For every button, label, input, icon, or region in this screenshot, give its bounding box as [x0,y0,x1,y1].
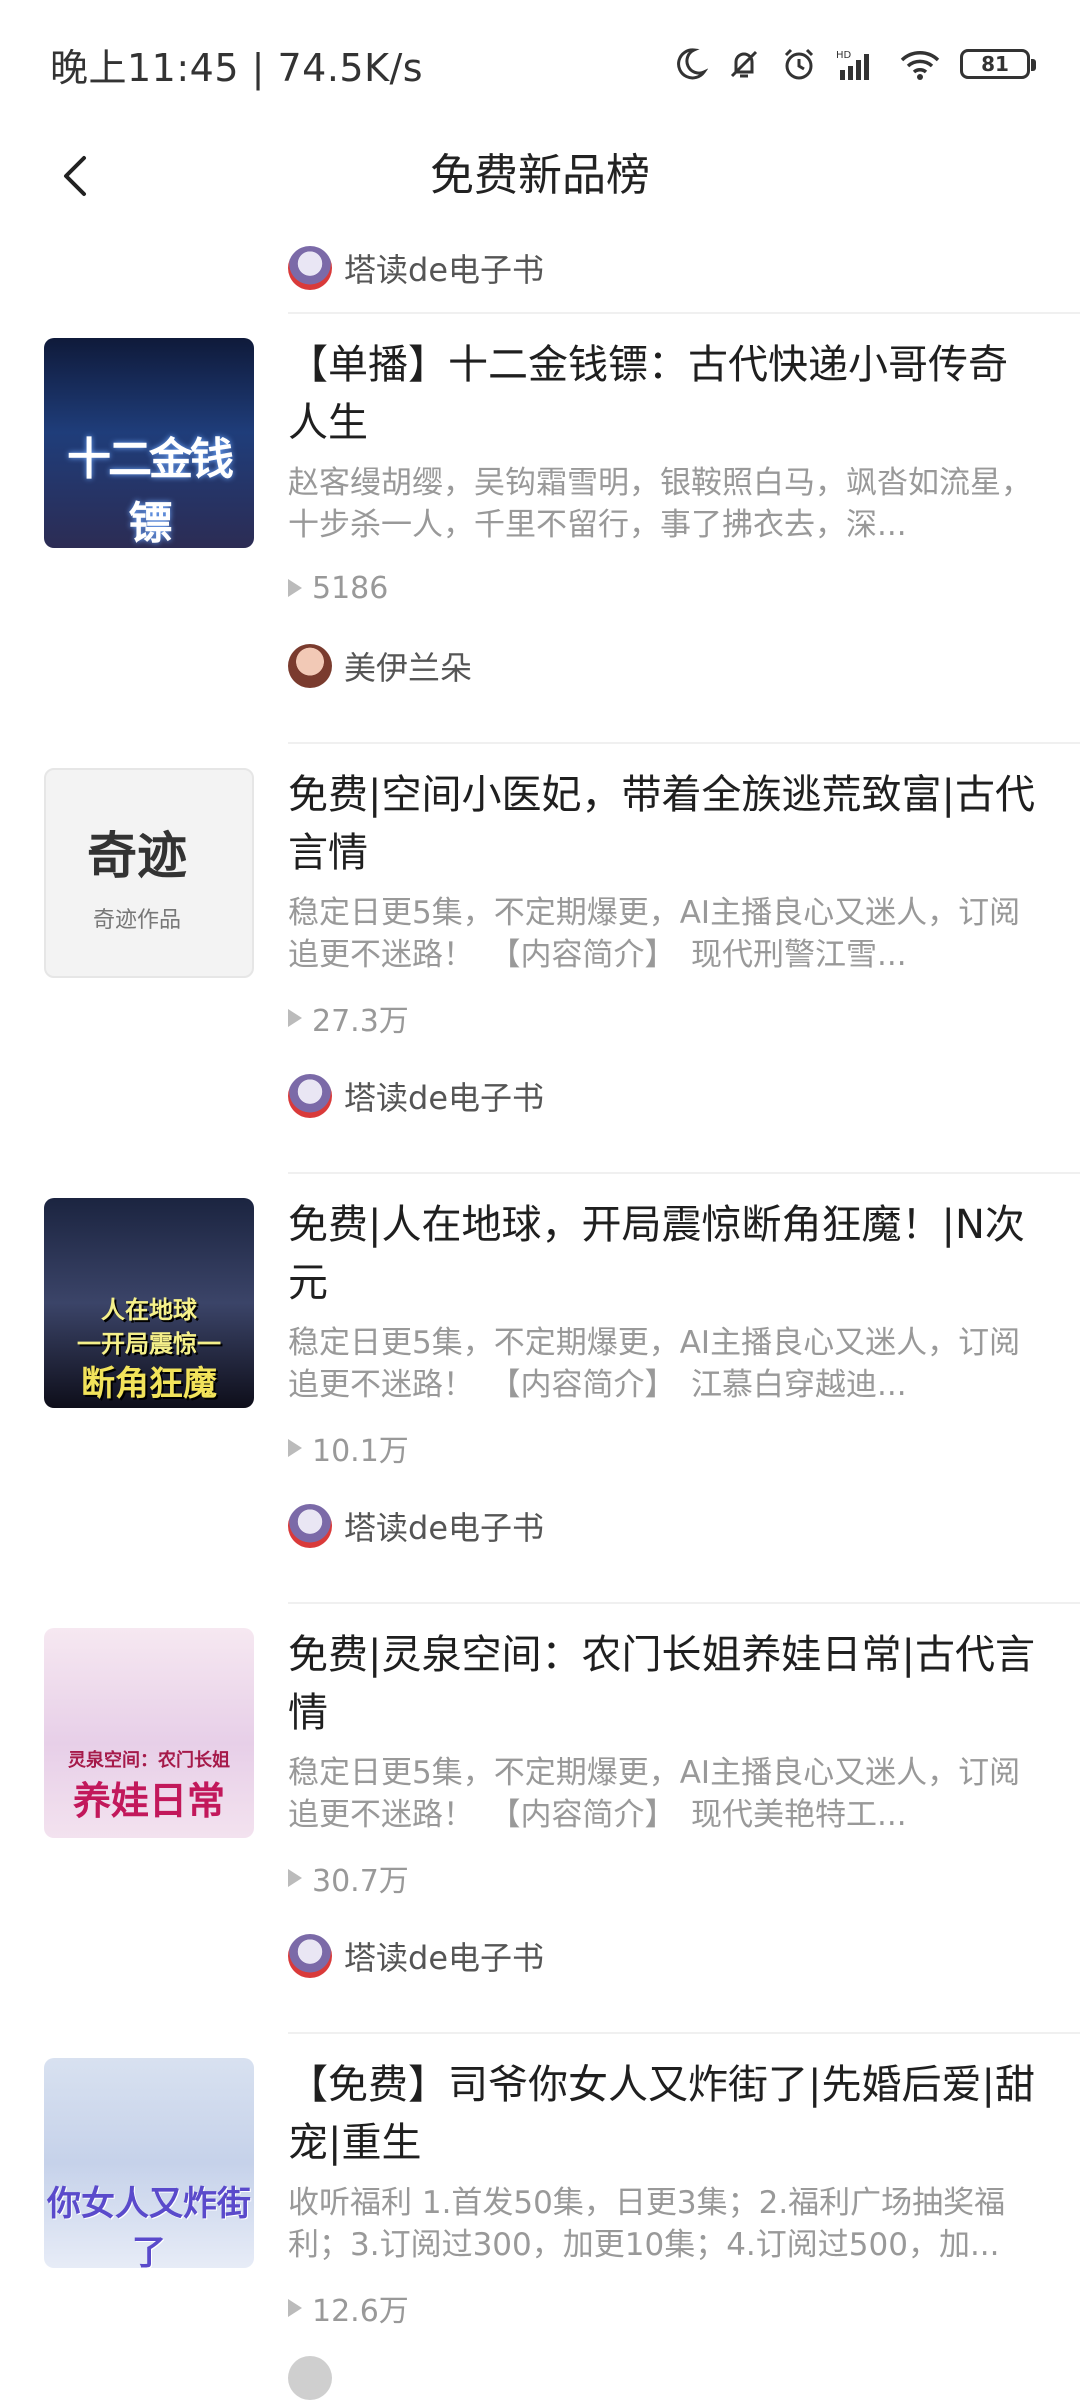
play-count: 10.1万 [288,1428,1044,1469]
play-icon [288,1869,302,1887]
battery-icon: 81 [960,49,1036,79]
item-description: 稳定日更5集，不定期爆更，AI主播良心又迷人，订阅追更不迷路！ 【内容简介】 江… [288,1325,1021,1403]
book-list[interactable]: 塔读de电子书 十二金钱镖 【单播】十二金钱镖：古代快递小哥传奇人生 赵客缦胡缨… [0,224,1080,2400]
author-row[interactable]: 美伊兰朵 [288,642,1044,690]
list-item[interactable]: 奇迹 奇迹作品 免费|空间小医妃，带着全族逃荒致富|古代言情 稳定日更5集，不定… [0,744,1080,1174]
play-count-value: 12.6万 [312,2294,409,2329]
cover-tagline: 断角狂魔 [81,1364,217,1404]
author-avatar [288,246,332,290]
item-title[interactable]: 免费|空间小医妃，带着全族逃荒致富|古代言情 [288,766,1044,882]
item-description: 稳定日更5集，不定期爆更，AI主播良心又迷人，订阅追更不迷路！ 【内容简介】 现… [288,895,1021,973]
book-cover[interactable]: 灵泉空间：农门长姐 养娃日常 [44,1628,254,1838]
cover-title: 你女人又炸街了 [47,2184,251,2268]
item-description: 赵客缦胡缨，吴钩霜雪明，银鞍照白马，飒沓如流星，十步杀一人，千里不留行，事了拂衣… [288,465,1032,543]
wifi-icon [900,51,940,80]
author-avatar [288,644,332,688]
cover-subtitle: 养娃日常 [72,1778,225,1823]
author-row[interactable]: 塔读de电子书 [288,1932,1044,1980]
author-avatar [288,2356,332,2400]
alarm-icon [784,48,814,80]
play-icon [288,579,302,597]
cover-title: 灵泉空间：农门长姐 [68,1750,230,1771]
author-name: 塔读de电子书 [344,251,545,289]
cover-subtitle: 一开局震惊一 [77,1330,221,1358]
author-row[interactable]: 塔读de电子书 [288,1072,1044,1120]
moon-icon [677,48,708,80]
list-item[interactable]: 你女人又炸街了 【免费】司爷你女人又炸街了|先婚后爱|甜宠|重生 收听福利 1.… [0,2034,1080,2400]
play-count-value: 27.3万 [312,1004,409,1039]
item-description: 稳定日更5集，不定期爆更，AI主播良心又迷人，订阅追更不迷路！ 【内容简介】 现… [288,1755,1021,1833]
item-title[interactable]: 【单播】十二金钱镖：古代快递小哥传奇人生 [288,336,1044,452]
author-row[interactable] [288,2354,1044,2402]
author-name: 塔读de电子书 [344,1079,545,1117]
item-content: 【单播】十二金钱镖：古代快递小哥传奇人生 赵客缦胡缨，吴钩霜雪明，银鞍照白马，飒… [288,336,1044,690]
play-icon [288,1009,302,1027]
item-content: 免费|空间小医妃，带着全族逃荒致富|古代言情 稳定日更5集，不定期爆更，AI主播… [288,766,1044,1120]
book-cover[interactable]: 你女人又炸街了 [44,2058,254,2268]
author-name: 塔读de电子书 [344,1939,545,1977]
list-item[interactable]: 灵泉空间：农门长姐 养娃日常 免费|灵泉空间：农门长姐养娃日常|古代言情 稳定日… [0,1604,1080,2034]
item-content: 免费|人在地球，开局震惊断角狂魔！|N次元 稳定日更5集，不定期爆更，AI主播良… [288,1196,1044,1550]
page-title: 免费新品榜 [430,150,650,201]
play-count-value: 30.7万 [312,1864,409,1899]
author-avatar [288,1934,332,1978]
header: 免费新品榜 [0,128,1080,224]
play-count: 27.3万 [288,998,1044,1039]
item-title[interactable]: 免费|灵泉空间：农门长姐养娃日常|古代言情 [288,1626,1044,1742]
svg-text:HD: HD [836,50,852,61]
list-item[interactable]: 人在地球 一开局震惊一 断角狂魔 免费|人在地球，开局震惊断角狂魔！|N次元 稳… [0,1174,1080,1604]
bell-off-icon [730,50,758,78]
cover-title: 人在地球 [101,1296,197,1324]
item-title[interactable]: 免费|人在地球，开局震惊断角狂魔！|N次元 [288,1196,1044,1312]
cover-title: 十二金钱镖 [67,434,234,548]
item-content: 【免费】司爷你女人又炸街了|先婚后爱|甜宠|重生 收听福利 1.首发50集，日更… [288,2056,1044,2402]
book-cover[interactable]: 人在地球 一开局震惊一 断角狂魔 [44,1198,254,1408]
item-title[interactable]: 【免费】司爷你女人又炸街了|先婚后爱|甜宠|重生 [288,2056,1044,2172]
book-cover[interactable]: 十二金钱镖 [44,338,254,548]
play-count: 12.6万 [288,2288,1044,2329]
author-name: 塔读de电子书 [344,1509,545,1547]
author-row[interactable]: 塔读de电子书 [288,1502,1044,1550]
list-item[interactable]: 十二金钱镖 【单播】十二金钱镖：古代快递小哥传奇人生 赵客缦胡缨，吴钩霜雪明，银… [0,314,1080,744]
cover-title: 奇迹 [87,826,187,885]
play-count-value: 5186 [312,570,389,606]
signal-icon: HD [836,50,869,80]
item-content: 免费|灵泉空间：农门长姐养娃日常|古代言情 稳定日更5集，不定期爆更，AI主播良… [288,1626,1044,1980]
cover-subtitle: 奇迹作品 [92,908,181,933]
play-icon [288,2299,302,2317]
author-row[interactable]: 塔读de电子书 [288,224,1080,314]
play-count-value: 10.1万 [312,1434,409,1469]
battery-level: 81 [981,52,1009,76]
cover-inner: 奇迹 奇迹作品 [62,800,212,950]
status-time: 晚上11:45 | 74.5K/s [50,45,424,90]
author-avatar [288,1074,332,1118]
author-avatar [288,1504,332,1548]
play-icon [288,1439,302,1457]
play-count: 30.7万 [288,1858,1044,1899]
status-bar: 晚上11:45 | 74.5K/s HD 81 [0,0,1080,128]
status-icons: HD 81 [672,45,1036,83]
author-name: 美伊兰朵 [344,649,473,687]
play-count: 5186 [288,568,1044,608]
item-description: 收听福利 1.首发50集，日更3集；2.福利广场抽奖福利；3.订阅过300，加更… [288,2185,1006,2263]
book-cover[interactable]: 奇迹 奇迹作品 [44,768,254,978]
